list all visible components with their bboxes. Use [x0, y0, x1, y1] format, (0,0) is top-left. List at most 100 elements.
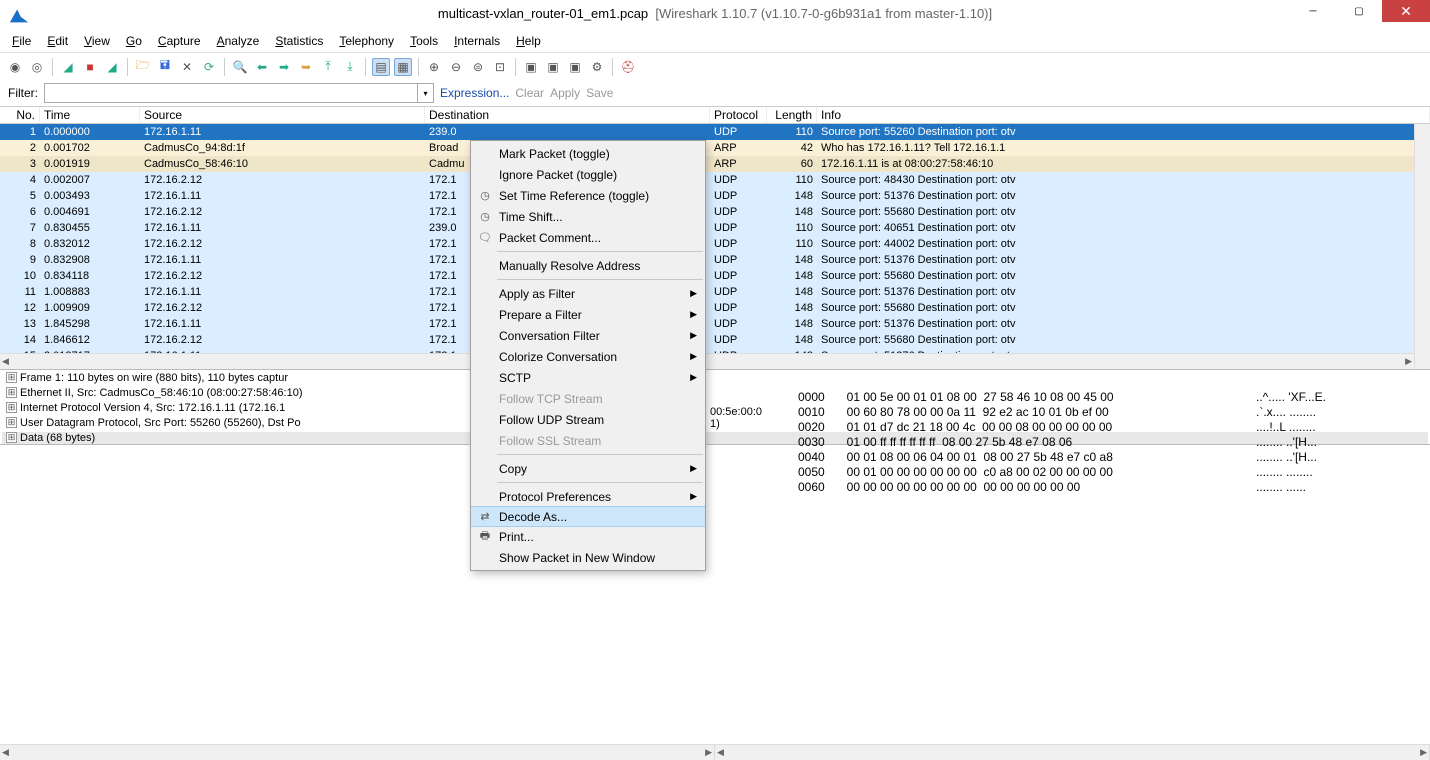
capfilter-icon[interactable]: ▣ — [522, 58, 540, 76]
bottom-scroll[interactable]: ◀▶ ◀▶ — [0, 744, 1430, 760]
menu-item-print[interactable]: 🖶Print... — [471, 526, 705, 547]
menu-item-prepare-a-filter[interactable]: Prepare a Filter▶ — [471, 304, 705, 325]
packet-row[interactable]: 40.002007172.16.2.12172.1UDP110Source po… — [0, 172, 1430, 188]
menu-item-time-shift[interactable]: ◷Time Shift... — [471, 206, 705, 227]
menu-item-manually-resolve-address[interactable]: Manually Resolve Address — [471, 255, 705, 276]
packet-list-pane: 10.000000172.16.1.11239.0UDP110Source po… — [0, 124, 1430, 370]
detail-line[interactable]: Frame 1: 110 bytes on wire (880 bits), 1… — [2, 372, 1428, 387]
menu-analyze[interactable]: Analyze — [211, 32, 266, 50]
open-icon[interactable]: 🗁 — [134, 58, 152, 76]
col-length[interactable]: Length — [767, 107, 817, 123]
packet-row[interactable]: 60.004691172.16.2.12172.1UDP148Source po… — [0, 204, 1430, 220]
coloring-icon[interactable]: ▣ — [566, 58, 584, 76]
menu-item-colorize-conversation[interactable]: Colorize Conversation▶ — [471, 346, 705, 367]
hex-row[interactable]: 0060 00 00 00 00 00 00 00 00 00 00 00 00… — [798, 480, 1414, 495]
titlebar: multicast-vxlan_router-01_em1.pcap [Wire… — [0, 0, 1430, 30]
menu-item-conversation-filter[interactable]: Conversation Filter▶ — [471, 325, 705, 346]
col-source[interactable]: Source — [140, 107, 425, 123]
menu-item-mark-packet-toggle[interactable]: Mark Packet (toggle) — [471, 143, 705, 164]
start-icon[interactable]: ◢ — [59, 58, 77, 76]
col-protocol[interactable]: Protocol — [710, 107, 767, 123]
packet-row[interactable]: 80.832012172.16.2.12172.1UDP110Source po… — [0, 236, 1430, 252]
packet-row[interactable]: 90.832908172.16.1.11172.1UDP148Source po… — [0, 252, 1430, 268]
packet-row[interactable]: 20.001702CadmusCo_94:8d:1fBroadARP42Who … — [0, 140, 1430, 156]
interfaces-icon[interactable]: ◉ — [6, 58, 24, 76]
menu-help[interactable]: Help — [510, 32, 547, 50]
autoscroll-icon[interactable]: ▦ — [394, 58, 412, 76]
hex-row[interactable]: 0000 01 00 5e 00 01 01 08 00 27 58 46 10… — [798, 390, 1414, 405]
packet-row[interactable]: 10.000000172.16.1.11239.0UDP110Source po… — [0, 124, 1430, 140]
menu-edit[interactable]: Edit — [41, 32, 74, 50]
col-info[interactable]: Info — [817, 107, 1430, 123]
goto-icon[interactable]: ➥ — [297, 58, 315, 76]
filter-input[interactable] — [45, 84, 417, 102]
packet-row[interactable]: 111.008883172.16.1.11172.1UDP148Source p… — [0, 284, 1430, 300]
close-file-icon[interactable]: ✕ — [178, 58, 196, 76]
packet-row[interactable]: 30.001919CadmusCo_58:46:10CadmuARP60172.… — [0, 156, 1430, 172]
close-button[interactable]: ✕ — [1382, 0, 1430, 22]
zoomout-icon[interactable]: ⊖ — [447, 58, 465, 76]
menu-item-follow-udp-stream[interactable]: Follow UDP Stream — [471, 409, 705, 430]
menu-item-set-time-reference-toggle[interactable]: ◷Set Time Reference (toggle) — [471, 185, 705, 206]
vscrollbar[interactable] — [1414, 124, 1430, 369]
last-icon[interactable]: ⤓ — [341, 58, 359, 76]
menu-item-ignore-packet-toggle[interactable]: Ignore Packet (toggle) — [471, 164, 705, 185]
zoomin-icon[interactable]: ⊕ — [425, 58, 443, 76]
menu-internals[interactable]: Internals — [448, 32, 506, 50]
resize-cols-icon[interactable]: ⊡ — [491, 58, 509, 76]
packet-row[interactable]: 131.845298172.16.1.11172.1UDP148Source p… — [0, 316, 1430, 332]
menu-tools[interactable]: Tools — [404, 32, 444, 50]
clear-link[interactable]: Clear — [515, 86, 544, 100]
menu-item-apply-as-filter[interactable]: Apply as Filter▶ — [471, 283, 705, 304]
apply-link[interactable]: Apply — [550, 86, 580, 100]
menu-item-decode-as[interactable]: ⇄Decode As... — [471, 506, 705, 527]
stop-icon[interactable]: ■ — [81, 58, 99, 76]
colorize-icon[interactable]: ▤ — [372, 58, 390, 76]
restart-icon[interactable]: ◢ — [103, 58, 121, 76]
menu-item-protocol-preferences[interactable]: Protocol Preferences▶ — [471, 486, 705, 507]
menu-item-packet-comment[interactable]: 🗨Packet Comment... — [471, 227, 705, 248]
filter-dropdown-icon[interactable]: ▾ — [417, 84, 433, 102]
menu-item-sctp[interactable]: SCTP▶ — [471, 367, 705, 388]
filter-input-wrap: ▾ — [44, 83, 434, 103]
menu-telephony[interactable]: Telephony — [333, 32, 400, 50]
menu-go[interactable]: Go — [120, 32, 148, 50]
menu-file[interactable]: File — [6, 32, 37, 50]
menu-item-copy[interactable]: Copy▶ — [471, 458, 705, 479]
help-icon[interactable]: ⛑ — [619, 58, 637, 76]
packet-row[interactable]: 121.009909172.16.2.12172.1UDP148Source p… — [0, 300, 1430, 316]
forward-icon[interactable]: ➡ — [275, 58, 293, 76]
reload-icon[interactable]: ⟳ — [200, 58, 218, 76]
hscrollbar[interactable]: ◀▶ — [0, 353, 1414, 369]
menu-item-follow-ssl-stream: Follow SSL Stream — [471, 430, 705, 451]
packet-row[interactable]: 70.830455172.16.1.11239.0UDP110Source po… — [0, 220, 1430, 236]
hex-row[interactable]: 0030 01 00 ff ff ff ff ff ff 08 00 27 5b… — [798, 435, 1414, 450]
options-icon[interactable]: ◎ — [28, 58, 46, 76]
menu-item-show-packet-in-new-window[interactable]: Show Packet in New Window — [471, 547, 705, 568]
packet-row[interactable]: 100.834118172.16.2.12172.1UDP148Source p… — [0, 268, 1430, 284]
packet-row[interactable]: 50.003493172.16.1.11172.1UDP148Source po… — [0, 188, 1430, 204]
back-icon[interactable]: ⬅ — [253, 58, 271, 76]
context-menu: Mark Packet (toggle)Ignore Packet (toggl… — [470, 140, 706, 571]
dispfilter-icon[interactable]: ▣ — [544, 58, 562, 76]
col-destination[interactable]: Destination — [425, 107, 710, 123]
minimize-button[interactable]: ─ — [1290, 0, 1336, 22]
col-time[interactable]: Time — [40, 107, 140, 123]
expression-link[interactable]: Expression... — [440, 86, 509, 100]
hex-row[interactable]: 0020 01 01 d7 dc 21 18 00 4c 00 00 08 00… — [798, 420, 1414, 435]
menu-statistics[interactable]: Statistics — [269, 32, 329, 50]
prefs-icon[interactable]: ⚙ — [588, 58, 606, 76]
find-icon[interactable]: 🔍 — [231, 58, 249, 76]
save-link[interactable]: Save — [586, 86, 613, 100]
menu-view[interactable]: View — [78, 32, 116, 50]
menu-capture[interactable]: Capture — [152, 32, 207, 50]
maximize-button[interactable]: ▢ — [1336, 0, 1382, 22]
hex-row[interactable]: 0010 00 60 80 78 00 00 0a 11 92 e2 ac 10… — [798, 405, 1414, 420]
packet-row[interactable]: 141.846612172.16.2.12172.1UDP148Source p… — [0, 332, 1430, 348]
hex-row[interactable]: 0050 00 01 00 00 00 00 00 00 c0 a8 00 02… — [798, 465, 1414, 480]
hex-row[interactable]: 0040 00 01 08 00 06 04 00 01 08 00 27 5b… — [798, 450, 1414, 465]
save-icon[interactable]: 🖬 — [156, 58, 174, 76]
zoom11-icon[interactable]: ⊜ — [469, 58, 487, 76]
first-icon[interactable]: ⤒ — [319, 58, 337, 76]
col-no[interactable]: No. — [0, 107, 40, 123]
